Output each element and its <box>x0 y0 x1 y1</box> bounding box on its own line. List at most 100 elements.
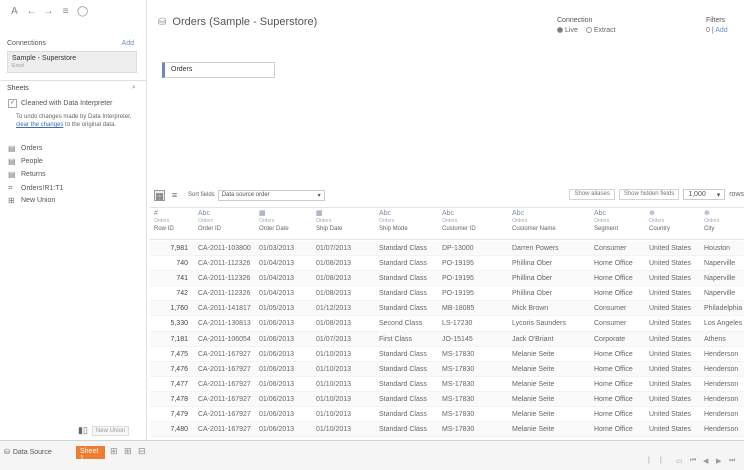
field-type-icon[interactable]: ▦ <box>316 210 375 218</box>
field-name-label[interactable]: Ship Date <box>316 225 375 234</box>
cell-ship-date: 01/08/2013 <box>316 290 352 298</box>
search-icon[interactable]: ⌕ <box>132 84 136 92</box>
field-type-icon[interactable]: ▦ <box>259 210 312 218</box>
cell-order-id: CA-2011-130813 <box>198 320 251 328</box>
field-name-label[interactable]: Segment <box>594 225 645 234</box>
table-row: 742 CA-2011-112326 01/04/2013 01/08/2013 Sta… <box>150 286 744 302</box>
live-radio[interactable]: Live <box>557 27 578 34</box>
cell-city: Henderson <box>704 411 739 419</box>
column-header-customer-name[interactable]: Abc Orders Customer Name <box>508 210 590 240</box>
cell-segment: Consumer <box>594 245 627 252</box>
cell-city: Philadelphia <box>704 305 743 313</box>
sheet-tab-sheet1[interactable]: Sheet 1 <box>76 446 105 462</box>
field-name-label[interactable]: City <box>704 225 744 234</box>
tableau-logo-icon[interactable]: A <box>9 6 20 17</box>
nav-first-icon[interactable]: ⏮ <box>690 457 696 465</box>
sheet-item-orders[interactable]: ▤ Orders <box>8 144 42 153</box>
cell-order-date: 01/06/2013 <box>259 411 295 419</box>
table-icon: ▤ <box>8 170 16 179</box>
cell-customer-name: Darren Powers <box>512 245 559 252</box>
cell-city: Houston <box>704 245 731 252</box>
sheet-item-named-range[interactable]: ⌗ Orders!R1:T1 <box>8 183 63 193</box>
cell-country: United States <box>649 395 692 403</box>
extract-radio[interactable]: Extract <box>585 27 616 34</box>
table-row: 7,476 CA-2011-167927 01/06/2013 01/10/2013 S… <box>150 361 744 377</box>
show-aliases-button[interactable]: Show aliases <box>569 189 615 200</box>
field-type-icon[interactable]: # <box>154 210 194 218</box>
field-type-icon[interactable]: Abc <box>198 210 255 218</box>
column-header-segment[interactable]: Abc Orders Segment <box>590 210 645 240</box>
field-source-label: Orders <box>198 218 214 224</box>
field-type-icon[interactable]: ⊕ <box>704 210 744 218</box>
clear-changes-link[interactable]: clear the changes <box>16 122 63 128</box>
cell-country: United States <box>649 260 692 268</box>
new-worksheet-icon[interactable]: ⊞ <box>110 446 118 457</box>
column-header-ship-mode[interactable]: Abc Orders Ship Mode <box>375 210 438 240</box>
field-name-label[interactable]: Customer Name <box>512 225 590 234</box>
show-filmstrip-icon[interactable]: | <box>660 457 662 464</box>
column-header-ship-date[interactable]: ▦ Orders Ship Date <box>312 210 375 240</box>
grid-view-icon[interactable]: ▦ <box>154 189 165 201</box>
cell-ship-date: 01/10/2013 <box>316 365 352 373</box>
cell-segment: Home Office <box>594 290 633 298</box>
show-hidden-fields-button[interactable]: Show hidden fields <box>618 189 680 200</box>
show-sheet-sorter-icon[interactable]: | <box>648 457 650 464</box>
new-story-icon[interactable]: ⊟ <box>138 446 146 457</box>
field-name-label[interactable]: Order ID <box>198 225 255 234</box>
field-type-icon[interactable]: Abc <box>594 210 645 218</box>
add-filter-link[interactable]: Add <box>715 27 727 34</box>
help-text-post: to the original data. <box>63 122 117 128</box>
nav-prev-icon[interactable]: ◀ <box>703 457 708 465</box>
table-row: 7,181 CA-2011-106054 01/06/2013 01/07/2013 F… <box>150 331 744 347</box>
data-interpreter-checkbox-row[interactable]: ✓ Cleaned with Data Interpreter <box>8 99 112 108</box>
column-header-city[interactable]: ⊕ Orders City <box>700 210 744 240</box>
connection-item[interactable]: Sample - Superstore Excel <box>7 51 137 73</box>
sheet-item-people[interactable]: ▤ People <box>8 157 43 166</box>
cell-order-date: 01/04/2013 <box>259 290 295 298</box>
refresh-icon[interactable]: ◯ <box>77 6 88 17</box>
field-type-icon[interactable]: Abc <box>442 210 508 218</box>
rows-count-input[interactable]: 1,000 ▾ <box>683 189 726 200</box>
field-name-label[interactable]: Ship Mode <box>379 225 438 234</box>
field-source-label: Orders <box>649 218 665 224</box>
field-type-icon[interactable]: Abc <box>379 210 438 218</box>
sheet-item-new-union[interactable]: ⊞ New Union <box>8 196 55 205</box>
add-connection-link[interactable]: Add <box>122 40 134 47</box>
forward-arrow-icon[interactable]: → <box>43 6 54 17</box>
cell-ship-mode: Standard Class <box>379 426 427 434</box>
cell-ship-date: 01/12/2013 <box>316 305 352 313</box>
cell-order-id: CA-2011-167927 <box>198 365 251 373</box>
column-header-order-date[interactable]: ▦ Orders Order Date <box>255 210 312 240</box>
cell-ship-mode: Standard Class <box>379 411 427 419</box>
field-name-label[interactable]: Country <box>649 225 700 234</box>
field-name-label[interactable]: Order Date <box>259 225 312 234</box>
menu-icon[interactable]: ≡ <box>60 6 71 17</box>
data-source-tab[interactable]: ⛁ Data Source <box>4 448 52 457</box>
canvas-table-orders[interactable]: Orders <box>162 62 275 78</box>
nav-next-icon[interactable]: ▶ <box>716 457 721 465</box>
field-type-icon[interactable]: ⊕ <box>649 210 700 218</box>
show-tabs-icon[interactable]: ▭ <box>676 457 683 465</box>
cell-segment: Consumer <box>594 320 627 328</box>
sort-fields-select[interactable]: Data source order ▾ <box>217 189 325 201</box>
sheet-item-returns[interactable]: ▤ Returns <box>8 170 46 179</box>
new-dashboard-icon[interactable]: ⊞ <box>124 446 132 457</box>
datasource-title[interactable]: Orders (Sample - Superstore) <box>172 16 317 28</box>
new-union-drop-target[interactable]: ▮▯ New Union <box>78 425 130 436</box>
field-type-icon[interactable]: Abc <box>512 210 590 218</box>
nav-last-icon[interactable]: ⏭ <box>729 457 735 465</box>
cell-ship-mode: Standard Class <box>379 350 427 358</box>
column-header-country[interactable]: ⊕ Orders Country <box>645 210 700 240</box>
column-header-row-id[interactable]: # Orders Row ID <box>150 210 194 240</box>
cell-country: United States <box>649 320 692 328</box>
data-interpreter-checkbox[interactable]: ✓ <box>8 99 17 108</box>
cell-order-date: 01/05/2013 <box>259 305 295 313</box>
back-arrow-icon[interactable]: ← <box>26 6 37 17</box>
list-view-icon[interactable]: ≡ <box>169 190 180 201</box>
cell-country: United States <box>649 305 692 313</box>
column-header-customer-id[interactable]: Abc Orders Customer ID <box>438 210 508 240</box>
field-name-label[interactable]: Customer ID <box>442 225 508 234</box>
field-name-label[interactable]: Row ID <box>154 225 194 234</box>
cell-customer-name: Melanie Seite <box>512 411 555 419</box>
column-header-order-id[interactable]: Abc Orders Order ID <box>194 210 255 240</box>
